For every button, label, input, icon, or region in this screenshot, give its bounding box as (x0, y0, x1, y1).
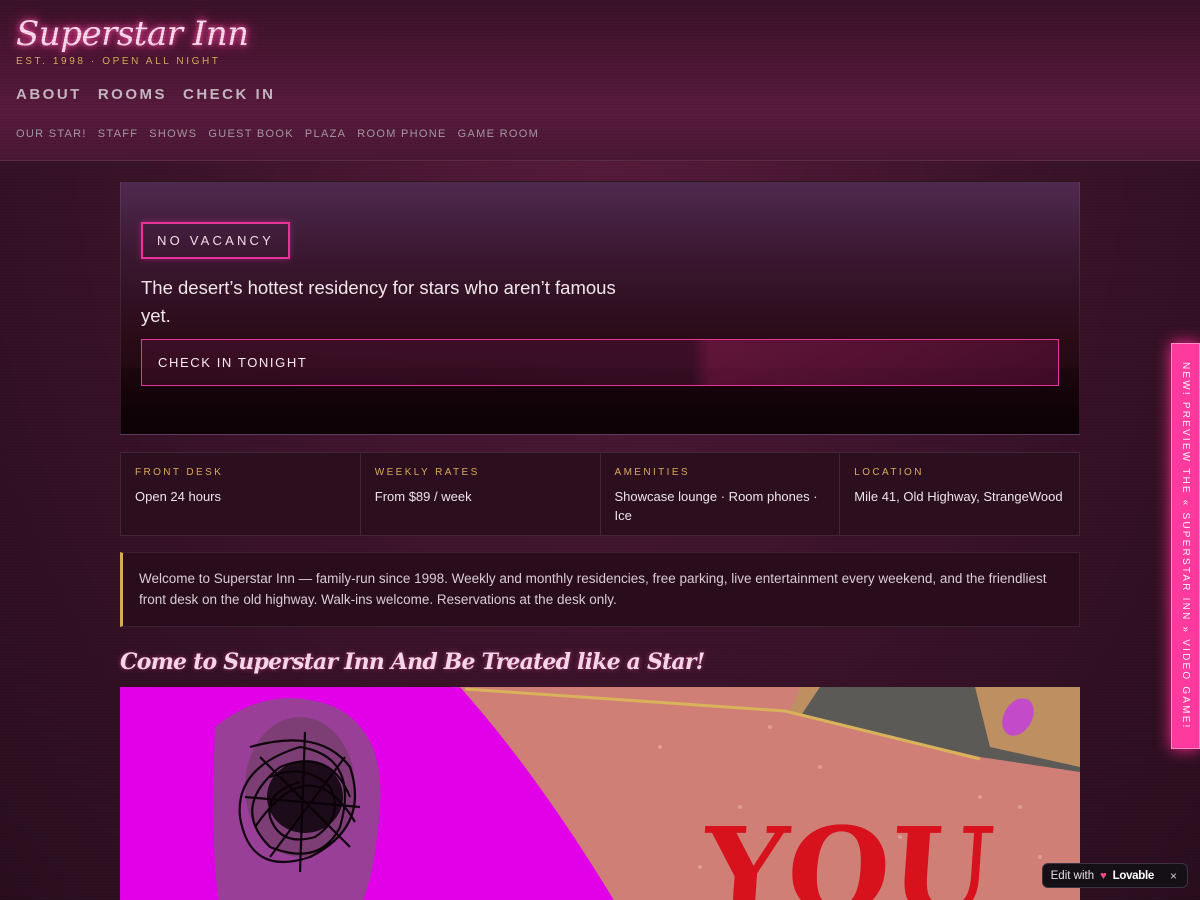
promo-illustration: YOU (120, 687, 1080, 900)
info-value: Open 24 hours (135, 489, 222, 504)
promo-heading: Come to Superstar Inn And Be Treated lik… (120, 649, 705, 675)
subnav-room-phone[interactable]: ROOM PHONE (357, 128, 446, 140)
subnav-game-room[interactable]: GAME ROOM (458, 128, 539, 140)
info-label: LOCATION (854, 467, 924, 478)
info-value: Mile 41, Old Highway, StrangeWood (854, 489, 1063, 504)
info-location: LOCATION Mile 41, Old Highway, StrangeWo… (840, 453, 1079, 535)
nav-rooms[interactable]: ROOMS (98, 86, 167, 103)
info-grid: FRONT DESK Open 24 hours WEEKLY RATES Fr… (120, 452, 1080, 536)
info-weekly-rates: WEEKLY RATES From $89 / week (361, 453, 601, 535)
promo-star-text: YOU (696, 801, 998, 900)
site-logo[interactable]: Superstar Inn (16, 14, 249, 54)
info-label: FRONT DESK (135, 467, 224, 478)
site-tagline: EST. 1998 · OPEN ALL NIGHT (16, 56, 221, 67)
nav-about[interactable]: ABOUT (16, 86, 82, 103)
info-label: WEEKLY RATES (374, 467, 480, 478)
subnav-guest-book[interactable]: GUEST BOOK (208, 128, 294, 140)
lovable-brand: Lovable (1112, 869, 1155, 882)
hero-text: The desert’s hottest residency for stars… (141, 277, 616, 326)
info-value: Showcase lounge · Room phones · Ice (614, 489, 818, 523)
nav-check-in[interactable]: CHECK IN (183, 86, 276, 103)
subnav-our-star[interactable]: OUR STAR! (16, 128, 87, 140)
promo-image: YOU (120, 687, 1080, 900)
main-content: NO VACANCY The desert’s hottest residenc… (120, 181, 1080, 900)
info-label: AMENITIES (614, 467, 690, 478)
edit-with-label: Edit with (1050, 869, 1095, 882)
subnav-plaza[interactable]: PLAZA (305, 128, 346, 140)
video-game-preview-tab[interactable]: NEW! PREVIEW THE « SUPERSTAR INN » VIDEO… (1171, 343, 1200, 749)
subnav-staff[interactable]: STAFF (98, 128, 139, 140)
info-front-desk: FRONT DESK Open 24 hours (121, 453, 361, 535)
welcome-note: Welcome to Superstar Inn — family-run si… (120, 552, 1080, 627)
info-value: From $89 / week (374, 489, 472, 504)
check-in-tonight-button[interactable]: CHECK IN TONIGHT (141, 339, 1059, 386)
vacancy-badge: NO VACANCY (141, 222, 290, 259)
sub-nav: OUR STAR! STAFF SHOWS GUEST BOOK PLAZA R… (16, 128, 539, 140)
main-nav: ABOUT ROOMS CHECK IN (16, 86, 276, 103)
edit-with-lovable-badge[interactable]: Edit with ♥ Lovable × (1041, 863, 1188, 888)
info-amenities: AMENITIES Showcase lounge · Room phones … (601, 453, 841, 535)
close-icon[interactable]: × (1170, 869, 1177, 883)
video-game-preview-label: NEW! PREVIEW THE « SUPERSTAR INN » VIDEO… (1180, 362, 1191, 730)
heart-icon: ♥ (1100, 869, 1107, 882)
subnav-shows[interactable]: SHOWS (149, 128, 197, 140)
site-header: Superstar Inn EST. 1998 · OPEN ALL NIGHT… (0, 0, 1200, 161)
hero-banner: NO VACANCY The desert’s hottest residenc… (120, 181, 1080, 435)
